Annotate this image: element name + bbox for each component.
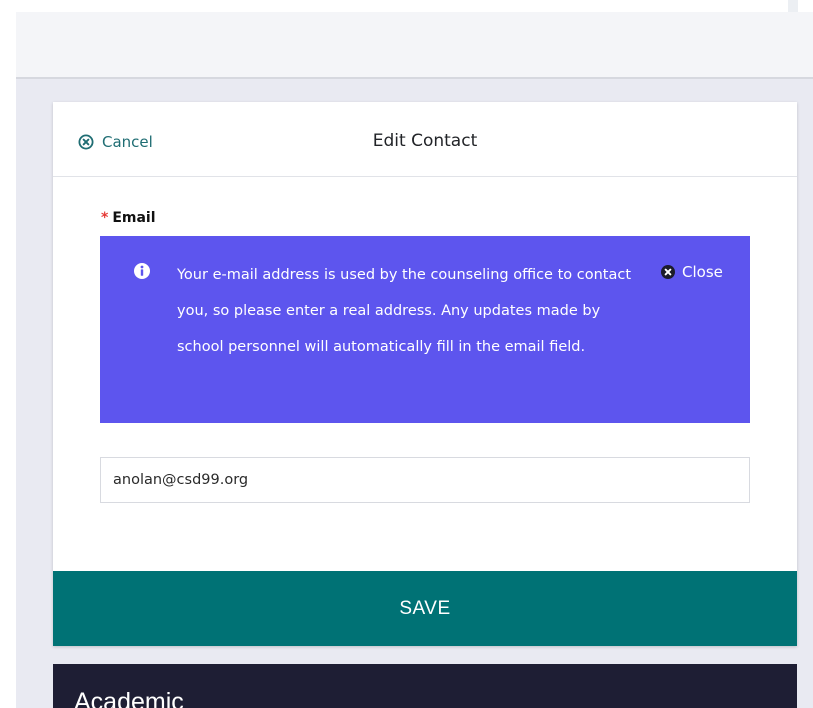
close-alert-button[interactable]: Close: [660, 263, 723, 281]
page-title: Edit Contact: [372, 131, 478, 151]
left-edge: [0, 0, 16, 708]
email-label-text: Email: [112, 210, 156, 226]
email-label: * Email: [101, 210, 156, 226]
email-input[interactable]: [100, 457, 750, 503]
top-bar-right: [798, 0, 813, 12]
academic-section: Academic: [53, 664, 797, 708]
section-title: Academic: [74, 688, 184, 708]
info-icon: [134, 263, 150, 279]
page-header: [16, 12, 813, 79]
info-alert: Your e-mail address is used by the couns…: [100, 236, 750, 423]
save-button[interactable]: SAVE: [53, 571, 797, 646]
close-label: Close: [682, 263, 723, 281]
top-bar-divider: [788, 0, 798, 12]
card-header: Cancel Edit Contact: [53, 102, 797, 177]
top-bar: [16, 0, 788, 12]
required-marker: *: [101, 210, 109, 226]
circle-x-icon: [661, 265, 675, 279]
edit-contact-card: Cancel Edit Contact * Email Your e-mail a…: [53, 102, 797, 646]
info-message: Your e-mail address is used by the couns…: [177, 267, 632, 355]
